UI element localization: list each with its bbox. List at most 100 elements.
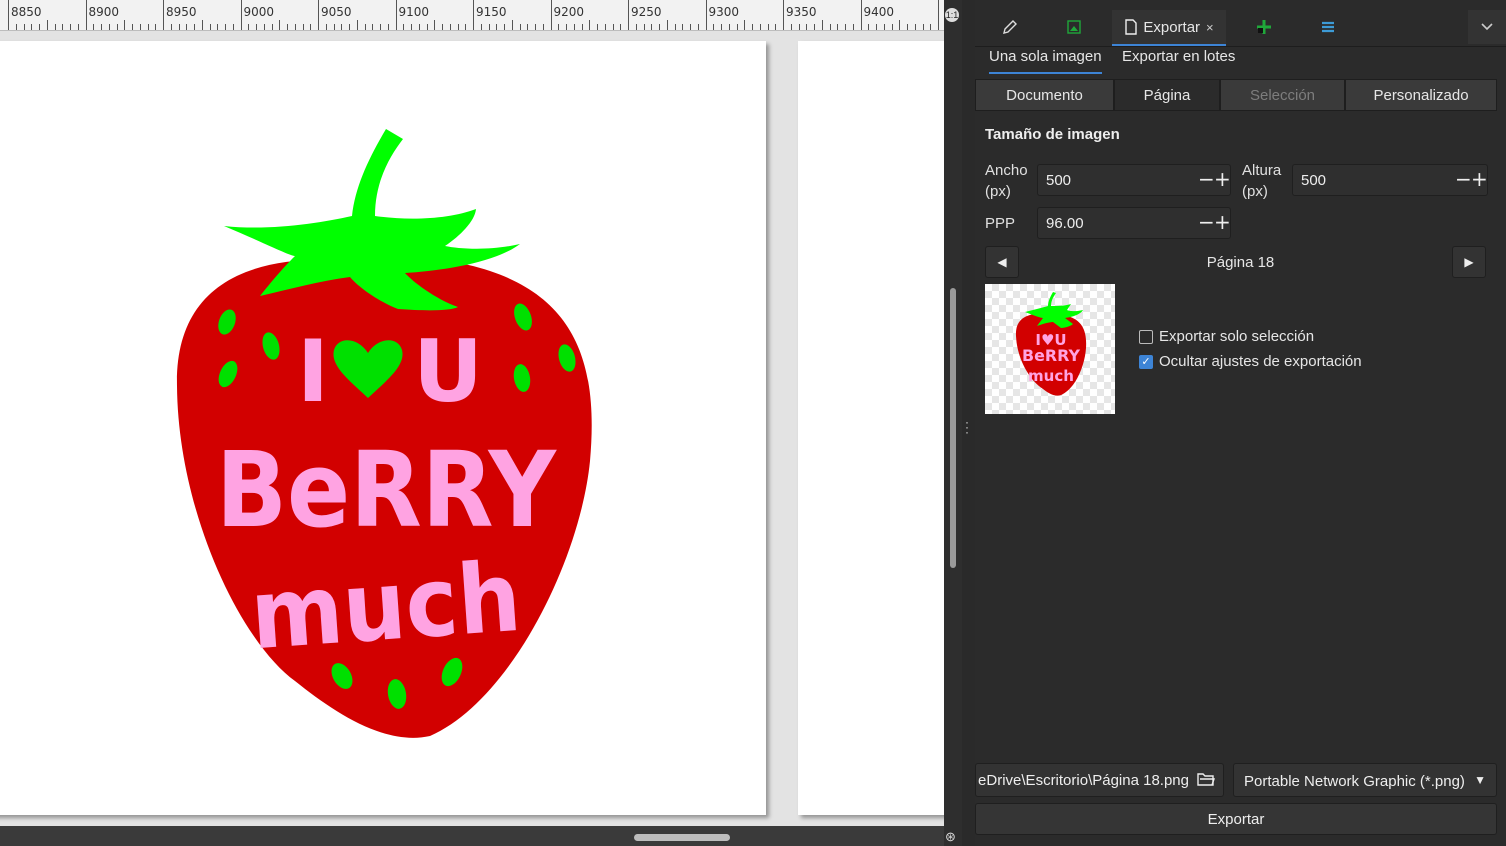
dropdown-arrow-icon[interactable]: ▼ [1474, 773, 1486, 787]
ruler-label: 8850 [11, 5, 42, 19]
tab-image-properties[interactable] [1051, 10, 1097, 44]
ruler-tick [651, 24, 653, 30]
export-selection-only-label[interactable]: Exportar solo selección [1159, 328, 1314, 345]
ruler-tick [682, 24, 684, 30]
file-format-value[interactable]: Portable Network Graphic (*.png) [1244, 773, 1465, 790]
ruler-tick [217, 24, 219, 30]
dock-menu-chevron-down-icon[interactable] [1468, 10, 1506, 44]
ruler-tick [697, 24, 699, 30]
zoom-correction-icon[interactable]: 1:1 [945, 8, 959, 22]
horizontal-ruler[interactable]: 8850 8900 8950 9000 9050 9100 9150 9200 9250 9300… [0, 0, 944, 31]
ruler-tick [930, 24, 932, 30]
color-management-icon[interactable]: ⊛ [945, 829, 961, 845]
ruler-tick [426, 24, 428, 30]
width-value[interactable]: 500 [1046, 172, 1071, 189]
ruler-tick [876, 24, 877, 30]
ruler-tick [333, 24, 335, 30]
ruler-tick [434, 20, 436, 30]
ruler-tick [620, 24, 622, 30]
tab-export[interactable]: Exportar × [1112, 10, 1226, 46]
page-next [798, 41, 944, 815]
tab-single-image[interactable]: Una sola imagen [989, 48, 1102, 74]
hide-export-settings-checkbox[interactable]: ✓ [1139, 354, 1153, 369]
ruler-tick [852, 24, 854, 30]
canvas[interactable]: I U BeRRY much [0, 31, 944, 826]
height-spinbox[interactable]: 500 − + [1292, 164, 1488, 196]
width-plus-icon[interactable]: + [1214, 168, 1231, 190]
file-format-dropdown[interactable]: Portable Network Graphic (*.png) ▼ [1233, 763, 1497, 797]
hide-export-settings-label[interactable]: Ocultar ajustes de exportación [1159, 353, 1362, 370]
height-value[interactable]: 500 [1301, 172, 1326, 189]
tab-fill-stroke[interactable] [987, 10, 1033, 44]
horizontal-scrollbar[interactable] [0, 826, 944, 846]
strawberry-artwork[interactable]: I U BeRRY much [0, 41, 766, 815]
width-spinbox[interactable]: 500 − + [1037, 164, 1231, 196]
ruler-tick [868, 24, 870, 30]
close-icon[interactable]: × [1206, 20, 1214, 35]
ruler-tick [511, 20, 513, 30]
export-filename-value[interactable]: eDrive\Escritorio\Página 18.png [978, 772, 1189, 789]
hide-export-settings-row[interactable]: ✓ Ocultar ajustes de exportación [1139, 353, 1362, 370]
ruler-tick [465, 24, 467, 30]
area-selection-button[interactable]: Selección [1220, 79, 1345, 111]
ruler-tick [209, 24, 211, 30]
next-page-button[interactable]: ▶ [1452, 246, 1486, 278]
tab-nodes[interactable] [1241, 10, 1287, 44]
ruler-tick [186, 24, 188, 30]
ruler-tick [325, 24, 327, 30]
height-label: Altura (px) [1242, 162, 1282, 200]
dpi-minus-icon[interactable]: − [1198, 211, 1215, 233]
width-minus-icon[interactable]: − [1198, 168, 1215, 190]
export-selection-only-row[interactable]: Exportar solo selección [1139, 328, 1314, 345]
area-document-button[interactable]: Documento [975, 79, 1114, 111]
ruler-tick [93, 24, 95, 30]
horizontal-scroll-thumb[interactable] [634, 834, 730, 841]
ruler-tick [442, 24, 443, 30]
ruler-tick [294, 24, 296, 30]
ruler-tick [8, 0, 9, 30]
ruler-tick [248, 24, 250, 30]
ruler-tick [775, 24, 777, 30]
ruler-tick [907, 24, 908, 30]
ruler-tick [240, 0, 242, 30]
ruler-tick [829, 24, 831, 30]
ruler-tick [566, 24, 567, 30]
ruler-tick [883, 24, 885, 30]
ruler-tick [558, 24, 560, 30]
folder-open-icon[interactable] [1197, 771, 1215, 787]
ruler-tick [860, 0, 862, 30]
tab-layers[interactable] [1305, 10, 1351, 44]
ruler-tick [589, 20, 591, 30]
height-plus-icon[interactable]: + [1471, 168, 1488, 190]
dpi-plus-icon[interactable]: + [1214, 211, 1231, 233]
ruler-tick [473, 0, 474, 30]
ruler-tick [256, 24, 257, 30]
ruler-tick [54, 24, 56, 30]
ruler-tick [527, 24, 529, 30]
art-text-u: U [413, 322, 483, 422]
vertical-scrollbar[interactable] [944, 0, 962, 846]
image-size-heading: Tamaño de imagen [985, 126, 1120, 143]
export-filename-field[interactable]: eDrive\Escritorio\Página 18.png [975, 763, 1224, 797]
ruler-label: 9200 [553, 5, 585, 19]
ruler-tick [132, 24, 133, 30]
ruler-tick [519, 24, 521, 30]
ruler-tick [767, 24, 769, 30]
vertical-scroll-thumb[interactable] [950, 288, 956, 568]
area-page-button[interactable]: Página [1114, 79, 1220, 111]
ruler-tick [845, 24, 846, 30]
dpi-spinbox[interactable]: 96.00 − + [1037, 207, 1231, 239]
ruler-tick [721, 24, 722, 30]
height-minus-icon[interactable]: − [1455, 168, 1472, 190]
area-custom-button[interactable]: Personalizado [1345, 79, 1497, 111]
image-icon [1067, 20, 1081, 34]
ruler-tick [488, 24, 490, 30]
export-button[interactable]: Exportar [975, 803, 1497, 835]
ruler-tick [364, 24, 366, 30]
export-selection-only-checkbox[interactable] [1139, 329, 1153, 344]
dock-grip-icon[interactable]: · · · [965, 416, 969, 438]
tab-batch-export[interactable]: Exportar en lotes [1122, 48, 1235, 72]
ruler-tick [798, 24, 800, 30]
dpi-value[interactable]: 96.00 [1046, 215, 1084, 232]
ruler-tick [201, 20, 203, 30]
